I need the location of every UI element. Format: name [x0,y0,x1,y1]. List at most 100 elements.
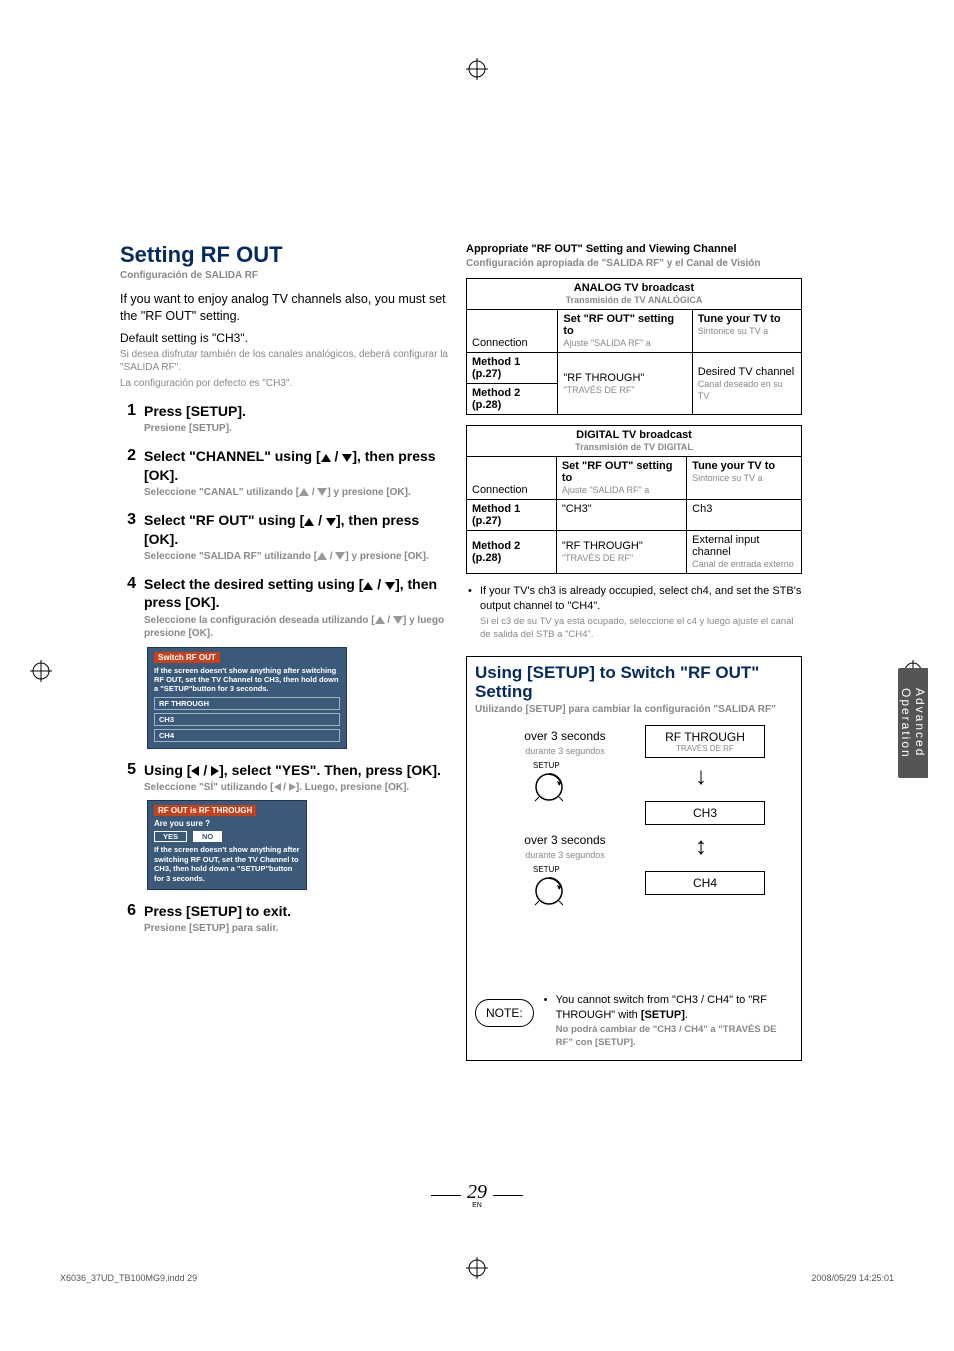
t: [SETUP] [641,1009,685,1021]
t: No podrá cambiar de "CH3 / CH4" a "TRAVÉ… [556,1024,777,1048]
osd-switch-rf-out: Switch RF OUT If the screen doesn't show… [147,647,347,749]
registration-mark-left [30,660,52,682]
cell: Tune your TV toSintonice su TV a [692,310,801,353]
t: over 3 seconds [524,833,605,847]
using-setup-section: Using [SETUP] to Switch "RF OUT" Setting… [466,656,802,1061]
page-number: 29 EN [0,1181,954,1209]
up-icon [363,582,373,590]
t: . [685,1009,688,1021]
heading-es: Configuración de SALIDA RF [120,270,456,281]
t: ]. Luego, presione [OK]. [296,782,409,793]
cell: "CH3" [556,500,686,531]
step-2: 2 Select "CHANNEL" using [ / ], then pre… [120,447,456,499]
down-icon [335,552,345,560]
left-icon [274,783,281,791]
step-es: Presione [SETUP]. [144,422,456,436]
setup-dial-icon [533,875,565,907]
cell: Method 1 (p.27) [467,353,558,384]
left-icon [191,766,199,776]
step-title: Select "CHANNEL" using [ / ], then press… [144,447,456,483]
cell: Method 2 (p.28) [467,531,557,574]
t: Select "RF OUT" using [ [144,512,304,528]
t: Transmisión de TV ANALÓGICA [566,295,703,305]
step-3: 3 Select "RF OUT" using [ / ], then pres… [120,511,456,563]
osd-question: Are you sure ? [154,819,300,828]
t: [SETUP] [595,1037,633,1048]
t: "TRAVÉS DE RF" [562,553,633,563]
over3s-1: over 3 seconds durante 3 segundos [505,729,625,757]
osd-body: If the screen doesn't show anything afte… [154,845,300,883]
cell: Set "RF OUT" setting toAjuste "SALIDA RF… [558,310,692,353]
t: ] y presione [OK]. [327,487,410,498]
step-num: 3 [120,511,144,563]
setup-label-2: SETUP [533,865,560,874]
osd-no: NO [193,831,222,842]
note-row: NOTE: You cannot switch from "CH3 / CH4"… [475,993,793,1050]
t: Select the desired setting using [ [144,576,363,592]
t: Canal de entrada externo [692,559,794,569]
t: Seleccione "SÍ" utilizando [ [144,782,274,793]
up-icon [375,616,385,624]
t: Set "RF OUT" setting to [562,460,673,484]
t: durante 3 segundos [525,746,605,756]
flow-diagram: over 3 seconds durante 3 segundos SETUP … [475,725,793,985]
registration-mark-top [466,58,488,80]
updown-arrow-icon: ↕ [695,833,707,861]
t: . [633,1037,636,1048]
up-icon [317,552,327,560]
cell: Connection [467,457,557,500]
footer-file: X6036_37UD_TB100MG9.indd 29 [60,1273,197,1283]
tab-line1: Advanced [913,688,927,757]
page-num: 29 [467,1181,487,1204]
osd-confirm: RF OUT is RF THROUGH Are you sure ? YES … [147,800,307,890]
left-column: Setting RF OUT Configuración de SALIDA R… [120,242,456,948]
t: RF THROUGH [665,730,745,744]
table-title: DIGITAL TV broadcast Transmisión de TV D… [467,426,802,457]
cell: External input channelCanal de entrada e… [687,531,802,574]
steps-list: 1 Press [SETUP]. Presione [SETUP]. 2 Sel… [120,402,456,936]
default-en: Default setting is "CH3". [120,331,456,345]
t: Si el c3 de su TV ya está ocupado, selec… [480,616,802,642]
setup-label-1: SETUP [533,761,560,770]
appropriate-heading-es: Configuración apropiada de "SALIDA RF" y… [466,257,802,270]
down-icon [342,454,352,462]
tab-line2: Operation [899,688,913,759]
appropriate-heading: Appropriate "RF OUT" Setting and Viewing… [466,242,802,256]
table-title: ANALOG TV broadcast Transmisión de TV AN… [467,279,802,310]
t: Set "RF OUT" setting to [563,313,674,337]
intro-en: If you want to enjoy analog TV channels … [120,291,456,325]
cell: Connection [467,310,558,353]
cell: Ch3 [687,500,802,531]
ch3-note: If your TV's ch3 is already occupied, se… [466,584,802,641]
t: over 3 seconds [524,729,605,743]
t: durante 3 segundos [525,850,605,860]
osd-row: CH3 [154,713,340,726]
cell: "RF THROUGH""TRAVÉS DE RF" [558,353,692,415]
up-icon [299,488,309,496]
flow-box-rfthrough: RF THROUGH TRAVÉS DE RF [645,725,765,758]
down-icon [385,582,395,590]
t: Select "CHANNEL" using [ [144,448,321,464]
t: Desired TV channel [698,366,794,378]
up-icon [321,454,331,462]
section-tab-advanced-operation: AdvancedOperation [898,668,928,778]
heading-setting-rf-out: Setting RF OUT [120,242,456,268]
section-heading: Using [SETUP] to Switch "RF OUT" Setting [475,663,793,702]
t: Seleccione la configuración deseada util… [144,615,375,626]
t: "RF THROUGH" [562,540,643,552]
t: Canal deseado en su TV [698,379,783,401]
right-icon [211,766,219,776]
t: "RF THROUGH" [563,372,644,384]
step-title: Select "RF OUT" using [ / ], then press … [144,511,456,547]
step-num: 2 [120,447,144,499]
down-icon [393,616,403,624]
right-icon [289,783,296,791]
t: Sintonice su TV a [698,326,768,336]
osd-row: CH4 [154,729,340,742]
cell: Method 1 (p.27) [467,500,557,531]
down-icon [317,488,327,496]
cell: Set "RF OUT" setting toAjuste "SALIDA RF… [556,457,686,500]
t: Seleccione "CANAL" utilizando [ [144,487,299,498]
flow-box-ch4: CH4 [645,871,765,895]
step-num: 4 [120,575,144,749]
